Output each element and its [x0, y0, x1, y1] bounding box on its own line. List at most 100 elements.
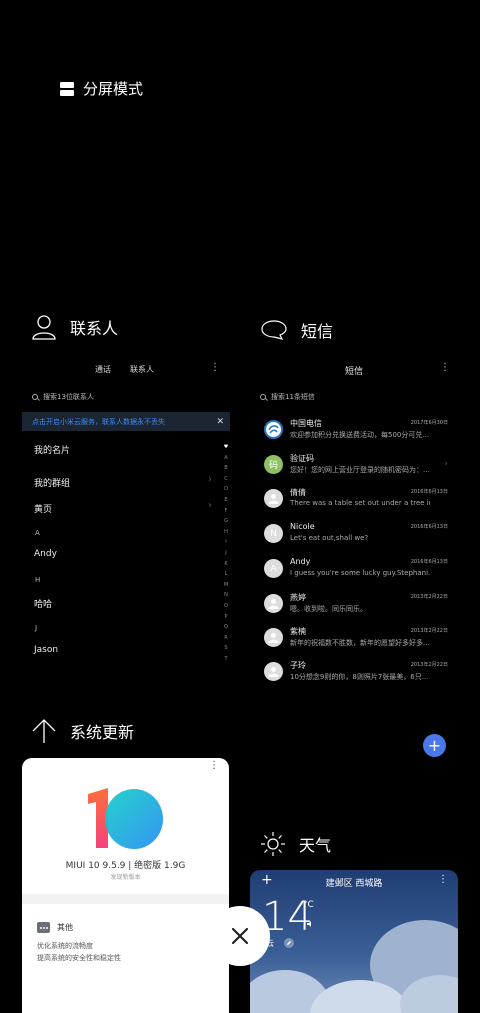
- index-letter[interactable]: Q: [224, 622, 228, 633]
- cloud-service-banner[interactable]: 点击开启小米云服务，联系人数据永不丢失 ✕: [22, 412, 230, 431]
- person-avatar-icon: [268, 599, 279, 609]
- message-thread[interactable]: 子玲 10分想念9则的你，8则照片7张最美，6只... 2013年2月22日: [264, 660, 448, 692]
- split-screen-button[interactable]: 分屏模式: [60, 78, 143, 99]
- more-dots-icon: [37, 922, 50, 933]
- message-thread[interactable]: 倩倩 There was a table set out under a tre…: [264, 487, 448, 519]
- cloud-service-banner-text[interactable]: 点击开启小米云服务，联系人数据永不丢失: [32, 417, 165, 427]
- update-note: 优化系统的流畅度: [37, 942, 93, 950]
- contact-item-jason[interactable]: Jason: [34, 645, 58, 655]
- weather-card[interactable]: + 建邺区 西城路 ⋮ 14 °C 云: [250, 870, 458, 1013]
- index-letter[interactable]: K: [224, 559, 227, 570]
- telecom-logo-icon: [268, 425, 279, 434]
- search-icon: [260, 394, 266, 400]
- alphabet-index[interactable]: ♥ A B C D E F G H I J K L M N O P Q R S T: [222, 442, 230, 664]
- section-letter: J: [35, 624, 38, 632]
- message-thread[interactable]: 中国电信 欢迎参加积分兑换送费活动，每500分可兑... 2017年6月30日: [264, 418, 448, 450]
- index-letter[interactable]: J: [225, 548, 226, 559]
- index-letter[interactable]: M: [224, 580, 228, 591]
- index-letter[interactable]: ♥: [224, 442, 228, 453]
- messages-app-title: 短信: [301, 322, 334, 341]
- thread-avatar: 码: [264, 455, 283, 474]
- index-letter[interactable]: C: [224, 474, 228, 485]
- thread-name: 子玲: [290, 661, 306, 670]
- close-icon[interactable]: ✕: [216, 417, 224, 427]
- person-avatar-icon: [268, 633, 279, 643]
- message-thread[interactable]: A Andy I guess you're some lucky guy.Ste…: [264, 557, 448, 589]
- index-letter[interactable]: R: [224, 633, 227, 644]
- messages-search-field[interactable]: 搜索11条短信: [260, 392, 315, 402]
- weather-app-title: 天气: [299, 836, 332, 855]
- index-letter[interactable]: E: [224, 495, 227, 506]
- index-letter[interactable]: F: [225, 506, 228, 517]
- update-note: 提高系统的安全性和稳定性: [37, 954, 121, 962]
- split-screen-label: 分屏模式: [83, 80, 144, 98]
- contact-item-yellow-pages[interactable]: 黄页: [34, 502, 52, 515]
- thread-name: Andy: [290, 557, 311, 566]
- thread-preview: 欢迎参加积分兑换送费活动，每500分可兑...: [290, 431, 430, 439]
- contact-item-andy[interactable]: Andy: [34, 549, 57, 559]
- search-icon: [32, 394, 38, 400]
- index-letter[interactable]: L: [225, 569, 228, 580]
- weather-location: 建邺区 西城路: [325, 879, 383, 889]
- messages-card[interactable]: 短信 ⋮ 搜索11条短信 中国电信 欢迎参加积分兑换送费活动，每500分可兑..…: [250, 352, 458, 692]
- thread-date: 2016年6月13日: [410, 489, 448, 495]
- arrow-up-icon: [32, 719, 56, 743]
- thread-name: 验证码: [290, 454, 314, 463]
- update-card[interactable]: ⋮ MIUI 10 9.5.9 | 绝密版 1.9G 发现新版本 其他 优化系统…: [22, 758, 229, 1013]
- thread-preview: 10分想念9则的你，8则照片7张最美，6只...: [290, 673, 429, 681]
- person-avatar-icon: [264, 594, 283, 613]
- index-letter[interactable]: O: [224, 601, 228, 612]
- index-letter[interactable]: N: [224, 590, 228, 601]
- contact-item-haha[interactable]: 哈哈: [34, 597, 52, 610]
- index-letter[interactable]: D: [224, 484, 228, 495]
- thread-preview: Let's eat out,shall we?: [290, 534, 369, 542]
- message-thread[interactable]: N Nicole Let's eat out,shall we? 2016年6月…: [264, 522, 448, 554]
- edit-icon[interactable]: [284, 938, 294, 948]
- update-menu-button[interactable]: ⋮: [209, 760, 219, 771]
- thread-date: 2013年2月22日: [410, 662, 448, 668]
- tab-calls[interactable]: 通话: [95, 364, 111, 375]
- contacts-search-field[interactable]: 搜索13位联系人: [32, 392, 94, 402]
- speaker-icon[interactable]: [306, 920, 314, 928]
- thread-name: 倩倩: [290, 488, 306, 497]
- contacts-card[interactable]: 通话 联系人 ⋮ 搜索13位联系人 点击开启小米云服务，联系人数据永不丢失 ✕ …: [22, 352, 230, 672]
- thread-preview: I guess you're some lucky guy.Stephani..…: [290, 569, 430, 577]
- contacts-menu-button[interactable]: ⋮: [210, 362, 220, 373]
- message-thread[interactable]: 燕婷 嗯。收到啦。同乐同乐。 2013年2月22日: [264, 592, 448, 624]
- miui-10-logo: [88, 788, 163, 849]
- update-other-section: 其他: [37, 922, 73, 933]
- thread-name: 燕婷: [290, 593, 306, 602]
- messages-menu-button[interactable]: ⋮: [440, 362, 450, 373]
- contact-item-my-card[interactable]: 我的名片: [34, 443, 70, 456]
- contacts-app-header: 联系人: [32, 314, 118, 340]
- index-letter[interactable]: A: [224, 453, 227, 464]
- messages-title: 短信: [344, 367, 363, 377]
- new-message-button[interactable]: +: [423, 734, 446, 757]
- index-letter[interactable]: P: [224, 612, 227, 623]
- messages-search-placeholder: 搜索11条短信: [271, 393, 315, 401]
- thread-date: 2013年2月22日: [410, 594, 448, 600]
- message-thread[interactable]: 码 验证码 您好！您的网上营业厅登录的随机密码为：... ›: [264, 453, 448, 485]
- index-letter[interactable]: I: [225, 537, 226, 548]
- contact-item-my-groups[interactable]: 我的群组: [34, 476, 70, 489]
- update-version: MIUI 10 9.5.9 | 绝密版 1.9G: [65, 861, 186, 871]
- sun-icon: [261, 832, 285, 856]
- close-all-button[interactable]: [210, 906, 270, 966]
- index-letter[interactable]: T: [224, 654, 227, 665]
- thread-preview: 新年的祝福数不胜数，新年的愿望好多好多...: [290, 639, 430, 647]
- index-letter[interactable]: G: [224, 516, 228, 527]
- index-letter[interactable]: H: [224, 527, 228, 538]
- thread-date: 2016年6月13日: [410, 524, 448, 530]
- section-letter: H: [35, 576, 41, 584]
- contacts-app-title: 联系人: [70, 319, 119, 338]
- index-letter[interactable]: B: [224, 463, 227, 474]
- thread-avatar: A: [264, 559, 283, 578]
- index-letter[interactable]: S: [224, 643, 227, 654]
- person-avatar-icon: [264, 662, 283, 681]
- thread-name: Nicole: [290, 522, 315, 531]
- message-thread[interactable]: 紫楠 新年的祝福数不胜数，新年的愿望好多好多... 2013年2月22日: [264, 626, 448, 658]
- weather-menu-button[interactable]: ⋮: [438, 874, 448, 885]
- tab-contacts[interactable]: 联系人: [130, 364, 154, 375]
- telecom-logo-icon: [264, 420, 283, 439]
- thread-date: 2017年6月30日: [410, 420, 448, 426]
